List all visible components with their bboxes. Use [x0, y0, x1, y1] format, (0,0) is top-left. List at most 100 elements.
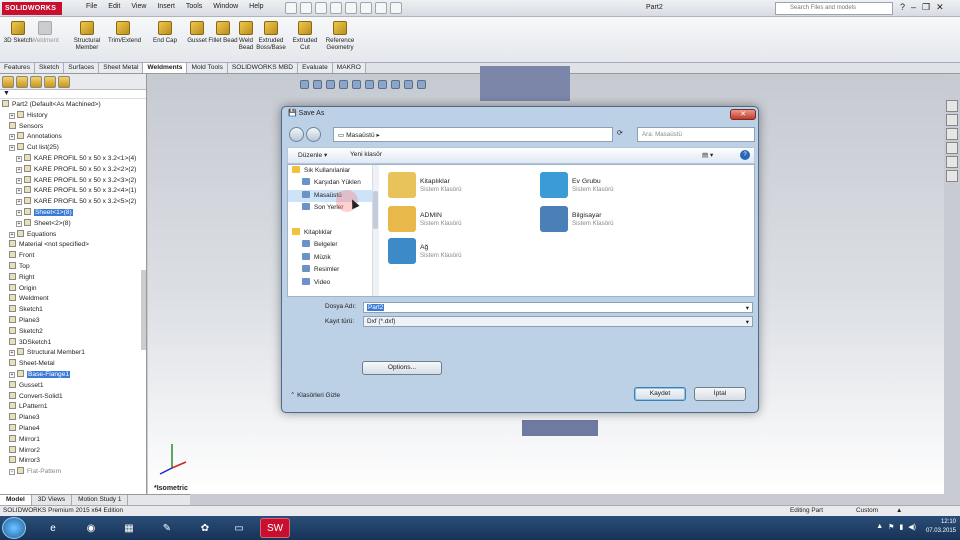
nav-item[interactable]: Kitaplıklar [288, 227, 377, 239]
tab-sheet-metal[interactable]: Sheet Metal [99, 63, 144, 73]
new-icon[interactable] [285, 2, 297, 14]
solidworks-logo[interactable]: SOLIDWORKS [2, 2, 62, 15]
view-orientation-icon[interactable] [352, 80, 361, 89]
nav-item[interactable]: Masaüstü [288, 189, 377, 203]
file-item[interactable]: Bilgisayar Sistem Klasörü [540, 203, 690, 235]
appearance-icon[interactable] [391, 80, 400, 89]
select-icon[interactable] [360, 2, 372, 14]
file-item[interactable]: Kitaplıklar Sistem Klasörü [388, 169, 538, 201]
expand-icon[interactable]: + [16, 220, 22, 227]
nav-item[interactable]: Belgeler [288, 239, 377, 251]
nav-item[interactable]: Son Yerler [288, 202, 377, 214]
tree-item[interactable]: Sensors [0, 121, 146, 133]
expand-icon[interactable]: + [9, 145, 15, 152]
network-icon[interactable]: ▮ [899, 523, 903, 531]
model-geometry[interactable] [480, 66, 570, 101]
hide-show-icon[interactable] [378, 80, 387, 89]
expand-icon[interactable]: + [9, 134, 15, 141]
tab-features[interactable]: Features [0, 63, 36, 73]
tab-solidworks-mbd[interactable]: SOLIDWORKS MBD [227, 63, 299, 73]
save-button[interactable]: Kaydet [634, 387, 686, 401]
view-palette-icon[interactable] [946, 142, 958, 154]
tree-item[interactable]: + Sheet<2>(8) [0, 218, 146, 230]
nav-item[interactable]: Karşıdan Yüklen [288, 177, 377, 189]
ribbon-button-end-cap[interactable]: End Cap [150, 21, 180, 44]
tree-item[interactable]: + KARE PROFIL 50 x 50 x 3.2<3>(2) [0, 175, 146, 187]
tree-item[interactable]: + Flat-Pattern [0, 467, 146, 478]
zoom-fit-icon[interactable] [300, 80, 309, 89]
ribbon-button-extruded-boss-base[interactable]: Extruded Boss/Base [253, 21, 289, 51]
save-icon[interactable] [315, 2, 327, 14]
options-button[interactable]: Options... [362, 361, 442, 375]
menu-item-help[interactable]: Help [249, 3, 263, 10]
ie-icon[interactable]: e [38, 518, 68, 538]
close-icon[interactable]: ✕ [936, 2, 944, 13]
tree-item[interactable]: Plane4 [0, 423, 146, 435]
tree-item[interactable]: Part2 (Default<As Machined>) [0, 100, 146, 111]
tree-item[interactable]: + Base-Flange1 [0, 369, 146, 381]
undo-icon[interactable] [345, 2, 357, 14]
config-icon[interactable] [30, 76, 42, 88]
tree-item[interactable]: + KARE PROFIL 50 x 50 x 3.2<1>(4) [0, 153, 146, 165]
forward-button[interactable] [306, 127, 321, 142]
hide-folders-toggle[interactable]: ⌃ Klasörleri Gizle [290, 391, 340, 399]
volume-icon[interactable]: ◀) [908, 523, 916, 531]
calculator-icon[interactable]: ▦ [114, 518, 144, 538]
nav-item[interactable]: Müzik [288, 252, 377, 264]
tree-item[interactable]: Origin [0, 283, 146, 295]
menu-item-window[interactable]: Window [213, 3, 238, 10]
expand-icon[interactable]: + [9, 231, 15, 238]
tree-item[interactable]: Mirror1 [0, 434, 146, 446]
nav-item[interactable]: Resimler [288, 264, 377, 276]
section-view-icon[interactable] [339, 80, 348, 89]
tab-mold-tools[interactable]: Mold Tools [187, 63, 228, 73]
chevron-down-icon[interactable]: ▾ [746, 318, 749, 326]
zoom-area-icon[interactable] [313, 80, 322, 89]
ribbon-button-structural-member[interactable]: Structural Member [72, 21, 102, 51]
scene-icon[interactable] [404, 80, 413, 89]
expand-icon[interactable]: + [16, 166, 22, 173]
tray-arrow-icon[interactable]: ▲ [876, 523, 883, 531]
tab-surfaces[interactable]: Surfaces [64, 63, 100, 73]
tree-item[interactable]: Sketch2 [0, 326, 146, 338]
expand-icon[interactable]: + [9, 350, 15, 357]
tab-makro[interactable]: MAKRO [332, 63, 366, 73]
tree-item[interactable]: + KARE PROFIL 50 x 50 x 3.2<4>(1) [0, 186, 146, 197]
custom-properties-icon[interactable] [946, 170, 958, 182]
file-item[interactable]: ADMIN Sistem Klasörü [388, 203, 538, 235]
tree-item[interactable]: Material <not specified> [0, 240, 146, 251]
tree-item[interactable]: Right [0, 272, 146, 284]
tree-item[interactable]: LPattern1 [0, 402, 146, 413]
dialog-search-input[interactable]: Ara: Masaüstü [637, 127, 755, 142]
ribbon-button-extruded-cut[interactable]: Extruded Cut [290, 21, 320, 51]
nav-item[interactable]: Video [288, 277, 377, 289]
bottom-tab-model[interactable]: Model [0, 495, 32, 505]
ribbon-button-3d-sketch[interactable]: 3D Sketch [3, 21, 33, 44]
file-name-input[interactable]: Part2 ▾ [363, 302, 753, 313]
tree-scrollbar[interactable] [141, 270, 146, 350]
tree-item[interactable]: + History [0, 110, 146, 122]
tree-item[interactable]: Plane3 [0, 413, 146, 424]
open-icon[interactable] [300, 2, 312, 14]
tree-item[interactable]: Front [0, 251, 146, 262]
organize-button[interactable]: Düzenle ▾ [298, 151, 327, 159]
view-mode-icon[interactable]: ▤ ▾ [702, 151, 713, 159]
back-button[interactable] [289, 127, 304, 142]
start-button[interactable] [2, 517, 26, 539]
design-library-icon[interactable] [946, 114, 958, 126]
menu-item-insert[interactable]: Insert [157, 3, 175, 10]
refresh-icon[interactable]: ⟳ [617, 129, 623, 137]
nav-item[interactable]: Sık Kullanılanlar [288, 165, 377, 177]
expand-icon[interactable]: + [16, 209, 22, 216]
restore-icon[interactable]: ❐ [922, 2, 930, 13]
ribbon-button-weldment[interactable]: Weldment [30, 21, 60, 44]
bottom-tab-3d-views[interactable]: 3D Views [32, 495, 73, 505]
filter-icon[interactable]: ▼ [0, 90, 146, 99]
appearances-icon[interactable] [946, 156, 958, 168]
address-bar[interactable]: ▭ Masaüstü ▸ [333, 127, 613, 142]
tab-weldments[interactable]: Weldments [143, 63, 188, 73]
nav-scrollbar[interactable] [372, 165, 379, 296]
expand-icon[interactable]: + [9, 469, 15, 476]
resources-icon[interactable] [946, 100, 958, 112]
expand-icon[interactable]: + [9, 371, 15, 378]
